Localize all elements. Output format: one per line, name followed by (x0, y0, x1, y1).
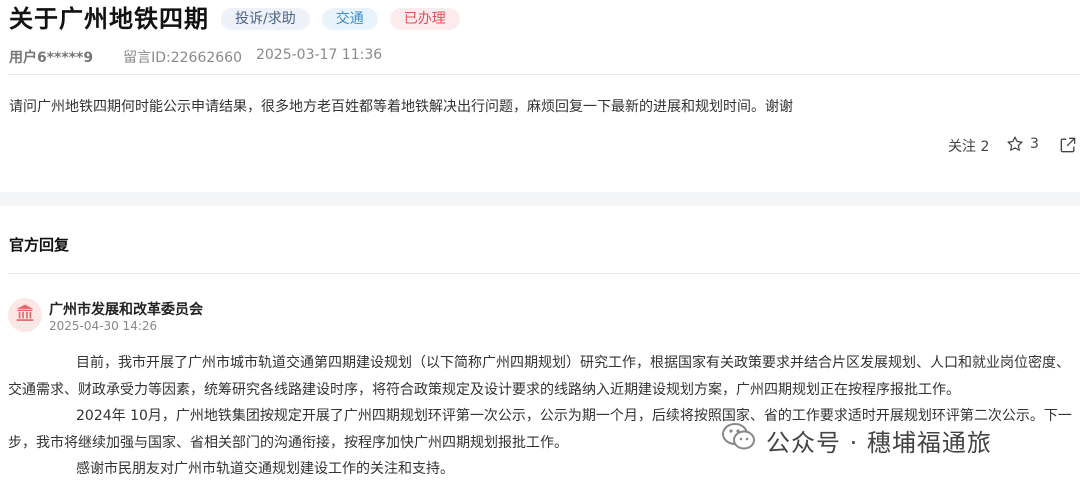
follow-button[interactable]: 关注 2 (948, 136, 989, 156)
star-count: 3 (1030, 136, 1039, 152)
status-badge: 已办理 (389, 8, 460, 30)
wechat-icon (722, 422, 756, 458)
government-building-icon (15, 303, 35, 327)
share-button[interactable] (1058, 135, 1078, 155)
section-separator (0, 192, 1080, 206)
user-name: 用户6*****9 (9, 50, 94, 66)
favorite-button[interactable]: 3 (1006, 135, 1039, 153)
message-id: 留言ID:22662660 (123, 50, 242, 66)
star-icon (1006, 135, 1024, 153)
title-row: 关于广州地铁四期 投诉/求助 交通 已办理 (9, 4, 460, 34)
message-datetime: 2025-03-17 11:36 (255, 47, 383, 63)
share-icon (1058, 135, 1078, 155)
reply-datetime: 2025-04-30 14:26 (49, 319, 158, 333)
watermark: 公众号 · 穗埔福通旅 (722, 420, 992, 460)
topic-tag[interactable]: 交通 (321, 8, 378, 30)
message-meta: 用户6*****9 留言ID:22662660 2025-03-17 11:36 (9, 47, 382, 67)
divider (8, 273, 1080, 274)
department-avatar (8, 298, 42, 332)
divider (8, 74, 1080, 75)
question-text: 请问广州地铁四期何时能公示申请结果，很多地方老百姓都等着地铁解决出行问题，麻烦回… (9, 99, 793, 115)
reply-body: 目前，我市开展了广州市城市轨道交通第四期建设规划（以下简称广州四期规划）研究工作… (8, 350, 1078, 481)
page-title: 关于广州地铁四期 (9, 5, 209, 33)
official-reply-heading: 官方回复 (9, 236, 70, 254)
category-tag[interactable]: 投诉/求助 (221, 8, 310, 30)
department-name: 广州市发展和改革委员会 (49, 302, 203, 318)
reply-paragraph: 目前，我市开展了广州市城市轨道交通第四期建设规划（以下简称广州四期规划）研究工作… (8, 355, 1070, 398)
watermark-text: 公众号 · 穗埔福通旅 (766, 428, 992, 457)
action-bar: 关注 2 3 (940, 135, 1080, 157)
